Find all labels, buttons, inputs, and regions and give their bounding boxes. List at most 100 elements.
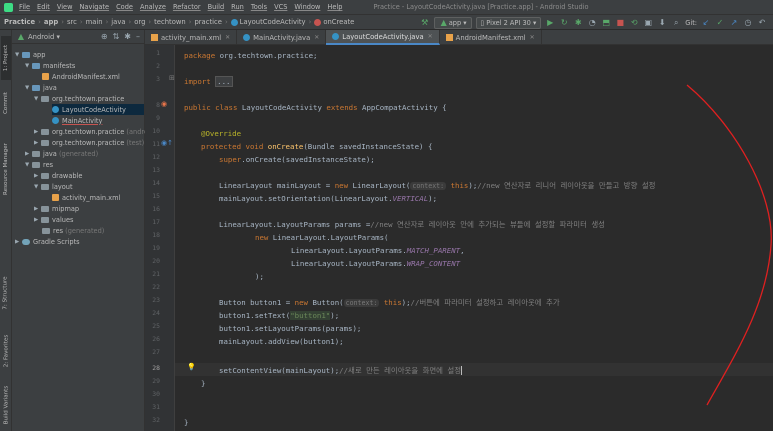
tab-build-variants[interactable]: Build Variants <box>1 380 11 430</box>
menu-navigate[interactable]: Navigate <box>79 3 109 11</box>
tree-layout[interactable]: ▼ layout <box>34 181 73 192</box>
tree-drawable[interactable]: ▶ drawable <box>34 170 82 181</box>
tab-commit[interactable]: Commit <box>1 86 11 120</box>
close-icon[interactable]: ✕ <box>225 34 230 41</box>
project-view-label: Android <box>28 32 55 41</box>
git-push-icon[interactable]: ↗ <box>729 18 739 28</box>
xml-file-icon <box>52 194 59 201</box>
run-config-select[interactable]: ▲ app ▾ <box>433 17 472 29</box>
menu-view[interactable]: View <box>57 3 73 11</box>
menu-run[interactable]: Run <box>231 3 244 11</box>
apply-changes-icon[interactable]: ↻ <box>559 18 569 28</box>
tree-manifests[interactable]: ▼ manifests <box>25 60 75 71</box>
git-commit-icon[interactable]: ✓ <box>715 18 725 28</box>
attach-debugger-icon[interactable]: ⬒ <box>601 18 611 28</box>
tree-layout-code-activity[interactable]: LayoutCodeActivity <box>52 104 144 115</box>
project-view-select[interactable]: Android ▾ <box>28 33 60 41</box>
tree-res[interactable]: ▼ res <box>25 159 53 170</box>
package-icon <box>41 139 49 146</box>
code-line: super.onCreate(savedInstanceState); <box>219 155 375 164</box>
rollback-icon[interactable]: ↶ <box>757 18 767 28</box>
menu-analyze[interactable]: Analyze <box>140 3 166 11</box>
code-line: LinearLayout.LayoutParams params =//new … <box>219 220 605 229</box>
sync-gradle-icon[interactable]: ⟲ <box>629 18 639 28</box>
search-everywhere-icon[interactable]: ⌕ <box>671 18 681 28</box>
line-number: 28 <box>152 364 160 372</box>
menu-vcs[interactable]: VCS <box>274 3 287 11</box>
hammer-icon[interactable]: ⚒ <box>420 18 430 28</box>
breadcrumb-app[interactable]: app <box>44 18 58 26</box>
tree-values[interactable]: ▶ values <box>34 214 73 225</box>
tab-main-activity[interactable]: MainActivity.java ✕ <box>237 30 327 45</box>
chevron-right-icon: › <box>105 18 109 26</box>
chevron-down-icon: ▼ <box>25 84 30 91</box>
close-icon[interactable]: ✕ <box>314 34 319 41</box>
history-icon[interactable]: ◷ <box>743 18 753 28</box>
breadcrumb-class[interactable]: LayoutCodeActivity <box>240 18 306 26</box>
device-select[interactable]: ▯ Pixel 2 API 30 ▾ <box>475 17 542 29</box>
menu-help[interactable]: Help <box>327 3 342 11</box>
menu-tools[interactable]: Tools <box>251 3 267 11</box>
menu-file[interactable]: File <box>19 3 30 11</box>
menu-build[interactable]: Build <box>208 3 225 11</box>
debug-icon[interactable]: ✱ <box>573 18 583 28</box>
tab-project-label: 1: Project <box>3 44 9 72</box>
breadcrumb-techtown[interactable]: techtown <box>154 18 186 26</box>
class-gutter-icon[interactable]: ◉ <box>161 100 167 108</box>
folded-imports[interactable]: ... <box>215 76 233 87</box>
breadcrumb-java[interactable]: java <box>111 18 125 26</box>
tab-layout-code-activity[interactable]: LayoutCodeActivity.java ✕ <box>326 30 440 45</box>
avd-manager-icon[interactable]: ▣ <box>643 18 653 28</box>
line-number: 15 <box>152 192 160 200</box>
breadcrumb-org[interactable]: org <box>134 18 145 26</box>
tab-structure[interactable]: 7: Structure <box>1 272 11 314</box>
tree-java-generated[interactable]: ▶ java (generated) <box>25 148 98 159</box>
breadcrumb-practice[interactable]: practice <box>194 18 221 26</box>
breadcrumb-project[interactable]: Practice <box>4 18 35 26</box>
sdk-manager-icon[interactable]: ⬇ <box>657 18 667 28</box>
tab-project[interactable]: 1: Project <box>1 36 11 80</box>
tree-main-activity[interactable]: MainActivity <box>52 115 102 126</box>
tree-package-main[interactable]: ▼ org.techtown.practice <box>34 93 124 104</box>
tree-package-android-test[interactable]: ▶ org.techtown.practice (andro <box>34 126 148 137</box>
lightbulb-icon[interactable]: 💡 <box>187 363 196 371</box>
menu-edit[interactable]: Edit <box>37 3 50 11</box>
breadcrumb-src[interactable]: src <box>67 18 77 26</box>
line-number: 1 <box>156 49 160 57</box>
breadcrumb-main[interactable]: main <box>86 18 103 26</box>
tab-activity-main-xml[interactable]: activity_main.xml ✕ <box>145 30 238 45</box>
close-icon[interactable]: ✕ <box>530 34 535 41</box>
tree-mipmap[interactable]: ▶ mipmap <box>34 203 79 214</box>
add-icon[interactable]: ⊕ <box>101 32 108 41</box>
gear-icon[interactable]: ✱ <box>124 32 131 41</box>
tree-activity-main-xml[interactable]: activity_main.xml <box>52 192 120 203</box>
code-line: button1.setText("button1"); <box>219 311 340 320</box>
fold-icon[interactable]: ⊞ <box>169 74 175 82</box>
tab-android-manifest[interactable]: AndroidManifest.xml ✕ <box>440 30 542 45</box>
code-editor[interactable]: package org.techtown.practice; import ..… <box>175 45 773 431</box>
tree-package-test[interactable]: ▶ org.techtown.practice (test) <box>34 137 144 148</box>
close-icon[interactable]: ✕ <box>428 33 433 40</box>
menu-refactor[interactable]: Refactor <box>173 3 201 11</box>
tree-res-generated[interactable]: res (generated) <box>42 225 104 236</box>
tab-resource-manager[interactable]: Resource Manager <box>1 128 11 210</box>
tab-favorites[interactable]: 2: Favorites <box>1 330 11 372</box>
tree-app[interactable]: ▼ app <box>15 49 45 60</box>
project-panel-header: ▲ Android ▾ ⊕ ⇅ ✱ – <box>12 30 144 44</box>
folder-icon <box>41 216 49 223</box>
menu-code[interactable]: Code <box>116 3 133 11</box>
git-update-icon[interactable]: ↙ <box>701 18 711 28</box>
tree-gradle-scripts[interactable]: ▶ Gradle Scripts <box>15 236 80 247</box>
chevron-right-icon: ▶ <box>34 216 39 223</box>
collapse-all-icon[interactable]: ⇅ <box>113 32 120 41</box>
minimize-icon[interactable]: – <box>136 32 140 41</box>
tree-android-manifest[interactable]: AndroidManifest.xml <box>42 71 120 82</box>
android-studio-window: File Edit View Navigate Code Analyze Ref… <box>0 0 773 431</box>
profile-icon[interactable]: ◔ <box>587 18 597 28</box>
menu-window[interactable]: Window <box>294 3 320 11</box>
run-icon[interactable]: ▶ <box>545 18 555 28</box>
breadcrumb-method[interactable]: onCreate <box>323 18 354 26</box>
stop-icon[interactable]: ■ <box>615 18 625 28</box>
tree-java[interactable]: ▼ java <box>25 82 57 93</box>
override-gutter-icon[interactable]: ◉↑ <box>161 139 173 147</box>
